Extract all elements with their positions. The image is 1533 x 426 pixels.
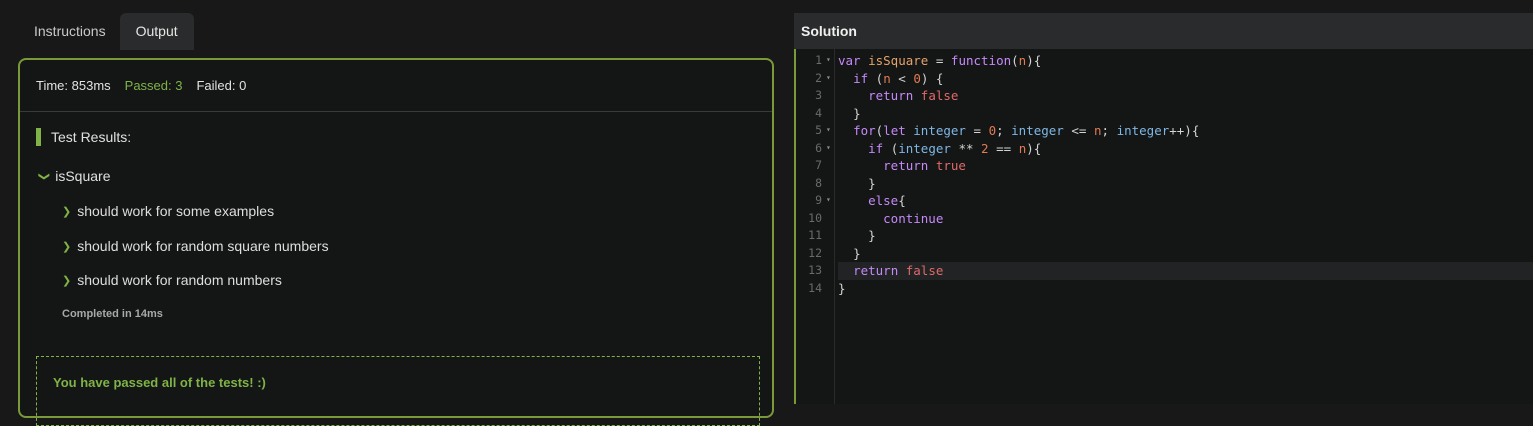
chevron-right-icon: ❯ [62,274,72,287]
code-editor[interactable]: 1 ▾ 2 ▾ 3 4 5 ▾ 6 ▾ 7 8 9 ▾ 10 11 12 13 14 var isSquare = … [794,49,1533,404]
chevron-right-icon: ❯ [62,240,72,253]
line-number: 1 [815,53,822,67]
code-line[interactable]: else{ [838,192,1533,210]
pass-message-box: You have passed all of the tests! :) [36,356,760,426]
line-number: 8 [815,175,822,190]
time-stat: Time: 853ms [36,78,111,93]
describe-block-toggle[interactable]: ❯ isSquare [38,168,111,184]
line-number: 4 [815,105,822,120]
test-item-label: should work for random numbers [77,272,282,288]
heading-bar [36,128,41,146]
fold-arrow-icon[interactable]: ▾ [826,73,831,82]
line-number: 3 [815,88,822,102]
fold-arrow-icon[interactable]: ▾ [826,55,831,64]
line-number: 11 [808,228,822,242]
fold-arrow-icon[interactable]: ▾ [826,195,831,204]
line-number: 9 [815,193,822,207]
fold-arrow-icon[interactable]: ▾ [826,143,831,152]
chevron-right-icon: ❯ [62,205,72,218]
solution-title: Solution [794,13,1533,49]
output-pane: Instructions Output Time: 853ms Passed: … [0,0,790,426]
code-line[interactable]: } [838,245,1533,263]
code-line[interactable]: return false [838,262,1533,280]
tab-bar: Instructions Output [20,13,194,50]
code-line[interactable]: if (n < 0) { [838,70,1533,88]
completed-time: Completed in 14ms [62,308,163,320]
code-line[interactable]: continue [838,210,1533,228]
line-number: 10 [808,210,822,225]
failed-stat: Failed: 0 [196,78,247,93]
code-line[interactable]: return false [838,87,1533,105]
code-line[interactable]: return true [838,157,1533,175]
test-item-label: should work for some examples [77,203,275,219]
code-line[interactable]: } [838,280,1533,298]
code-line[interactable]: for(let integer = 0; integer <= n; integ… [838,122,1533,140]
code-line[interactable]: var isSquare = function(n){ [838,52,1533,70]
test-item-label: should work for random square numbers [77,238,329,254]
line-number: 7 [815,158,822,172]
test-stats: Time: 853ms Passed: 3 Failed: 0 [20,60,772,112]
line-number: 13 [808,263,822,277]
line-number: 6 [815,140,822,155]
line-number: 2 [815,70,822,85]
line-number: 12 [808,245,822,260]
tab-output[interactable]: Output [119,13,194,50]
describe-label: isSquare [55,168,111,184]
code-line[interactable]: if (integer ** 2 == n){ [838,140,1533,158]
chevron-down-icon: ❯ [38,171,51,181]
solution-pane: Solution 1 ▾ 2 ▾ 3 4 5 ▾ 6 ▾ 7 8 9 ▾ 10 11 12 13 14 var is… [794,13,1533,404]
output-panel: Time: 853ms Passed: 3 Failed: 0 Test Res… [18,58,774,426]
line-number: 14 [808,280,822,295]
code-line[interactable]: } [838,227,1533,245]
tab-instructions[interactable]: Instructions [20,13,120,50]
test-item[interactable]: ❯ should work for random square numbers [62,238,329,254]
fold-arrow-icon[interactable]: ▾ [826,125,831,134]
pass-message: You have passed all of the tests! :) [53,375,266,390]
test-results-label: Test Results: [51,129,132,145]
line-number: 5 [815,123,822,137]
test-item[interactable]: ❯ should work for some examples [62,203,274,219]
passed-stat: Passed: 3 [124,78,183,93]
code-line[interactable]: } [838,105,1533,123]
line-number-gutter: 1 ▾ 2 ▾ 3 4 5 ▾ 6 ▾ 7 8 9 ▾ 10 11 12 13 14 [796,49,835,404]
test-item[interactable]: ❯ should work for random numbers [62,272,282,288]
test-results-heading: Test Results: [36,128,131,146]
code-line[interactable]: } [838,175,1533,193]
